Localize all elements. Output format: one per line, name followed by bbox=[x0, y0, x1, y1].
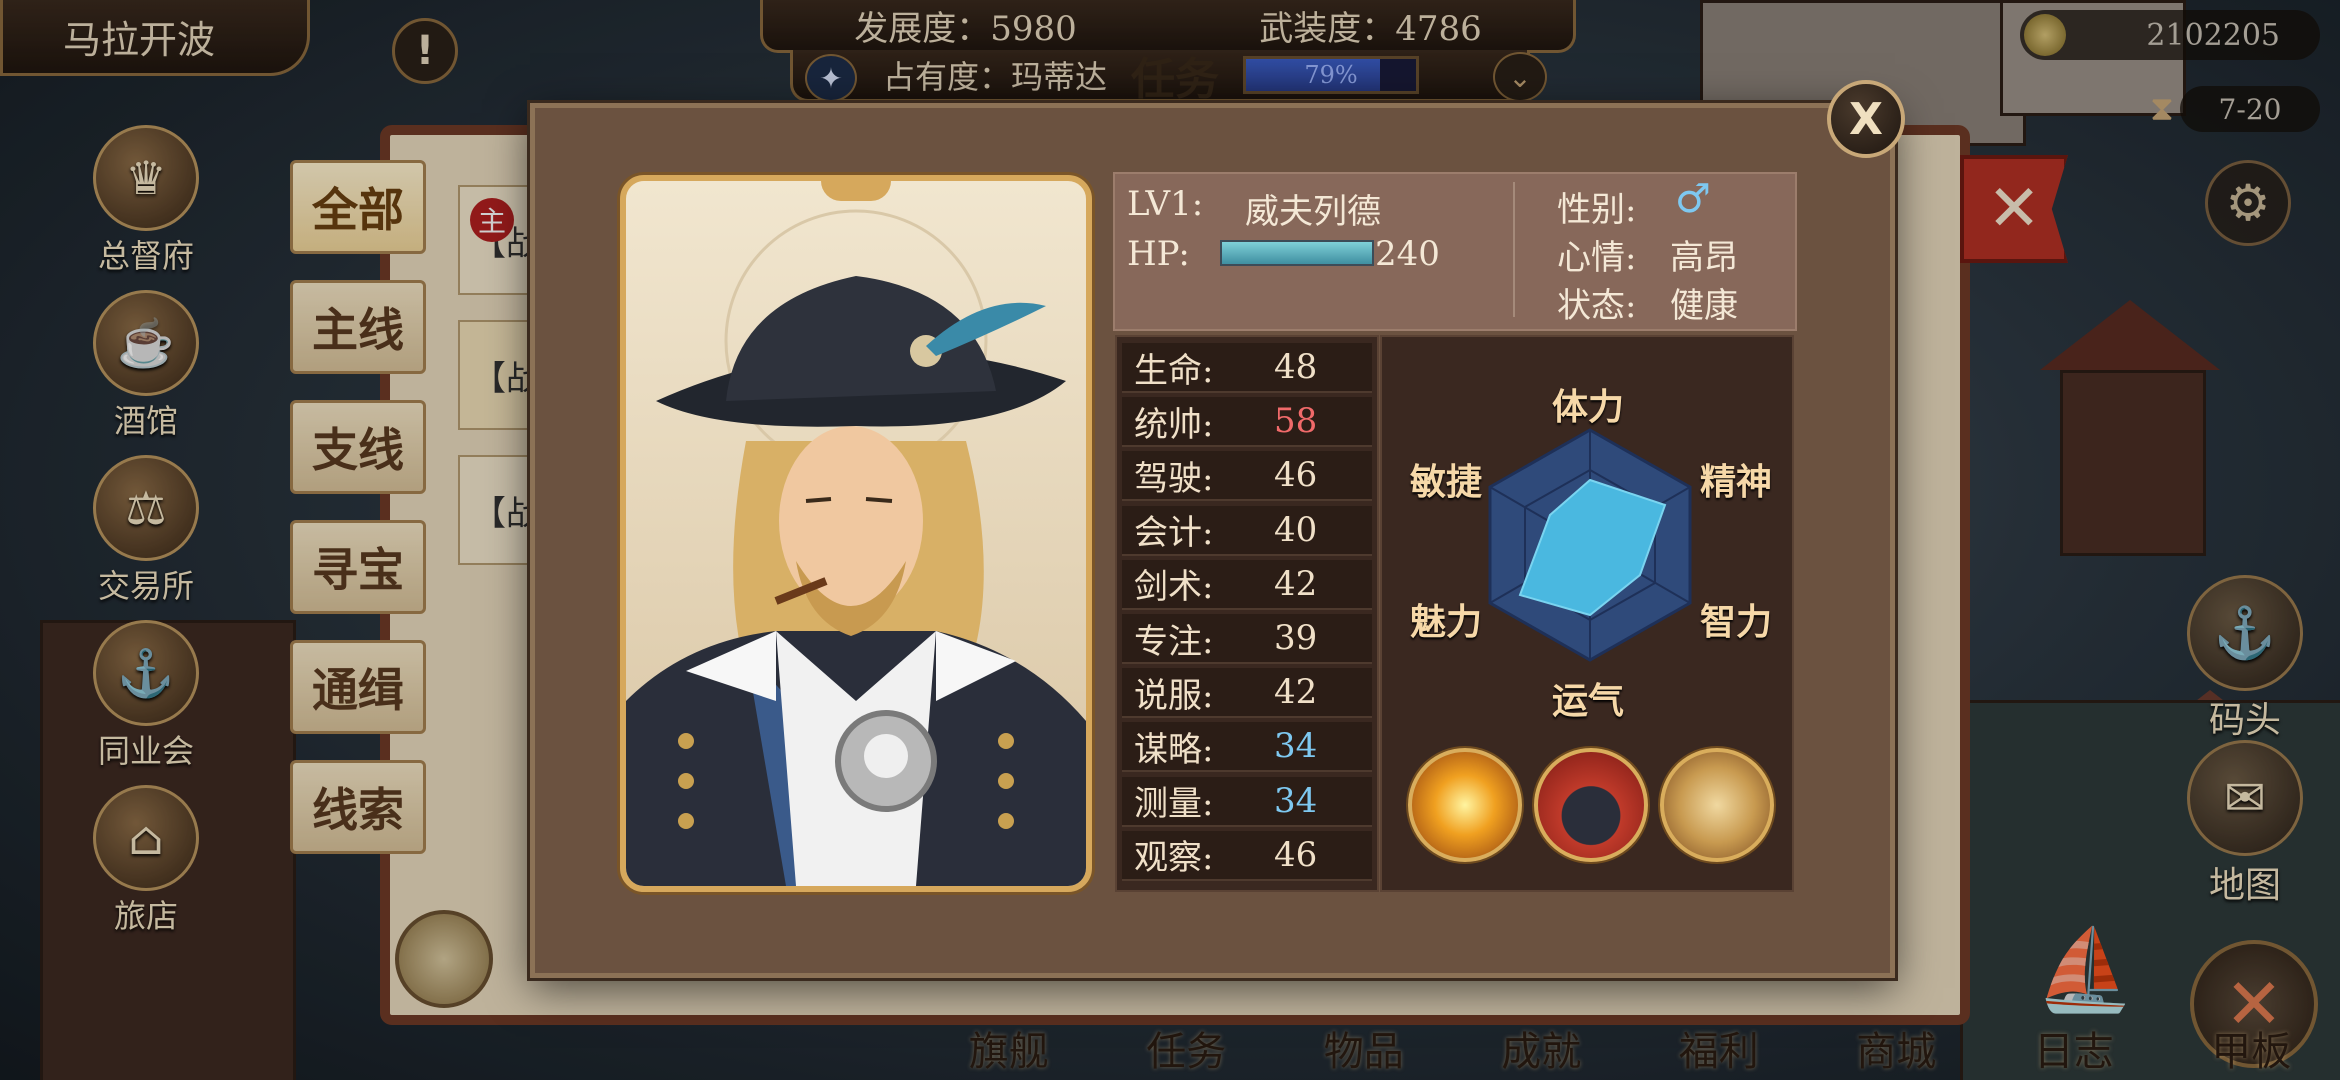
info-divider bbox=[1513, 182, 1515, 317]
attribute-row: 驾驶: 46 bbox=[1122, 451, 1372, 502]
attribute-name: 观察: bbox=[1134, 838, 1214, 879]
treasure-skill-icon[interactable] bbox=[1660, 748, 1774, 862]
mood-label: 心情: bbox=[1557, 238, 1637, 278]
radar-label-luck: 运气 bbox=[1552, 680, 1625, 722]
character-info-box: LV1: 威夫列德 HP: 240 性别: ♂ 心情: 高昂 状态: 健康 bbox=[1113, 172, 1797, 331]
attribute-row: 专注: 39 bbox=[1122, 614, 1372, 664]
pirate-portrait-illustration bbox=[626, 209, 1086, 886]
attribute-value: 42 bbox=[1274, 563, 1318, 604]
attribute-row: 剑术: 42 bbox=[1122, 559, 1372, 610]
radar-label-charm: 魅力 bbox=[1410, 601, 1483, 643]
character-portrait bbox=[620, 175, 1092, 892]
state-label: 状态: bbox=[1557, 286, 1637, 326]
attribute-name: 驾驶: bbox=[1134, 458, 1214, 499]
attribute-row: 测量: 34 bbox=[1122, 776, 1372, 827]
pirate-hat-skill-icon[interactable] bbox=[1534, 748, 1648, 862]
attribute-value: 58 bbox=[1274, 401, 1318, 442]
attribute-row: 观察: 46 bbox=[1122, 830, 1372, 881]
attribute-name: 专注: bbox=[1134, 621, 1214, 662]
character-name: 威夫列德 bbox=[1245, 192, 1381, 232]
attribute-row: 谋略: 34 bbox=[1122, 722, 1372, 773]
radar-label-agility: 敏捷 bbox=[1410, 461, 1483, 503]
attribute-row: 生命: 48 bbox=[1122, 343, 1372, 393]
hp-bar-fill bbox=[1222, 242, 1372, 264]
attribute-value: 39 bbox=[1274, 618, 1318, 658]
male-gender-icon: ♂ bbox=[1675, 176, 1711, 222]
attribute-name: 统帅: bbox=[1134, 404, 1214, 445]
attribute-row: 说服: 42 bbox=[1122, 668, 1372, 719]
hp-bar bbox=[1220, 240, 1374, 266]
game-screen: 马拉开波 ! 发展度：5980 武装度：4786 ✦ 占有度：玛蒂达 任务 79… bbox=[0, 0, 2340, 1080]
attribute-radar-chart bbox=[1488, 428, 1692, 662]
attribute-value: 48 bbox=[1274, 347, 1318, 387]
dialog-close-button[interactable]: X bbox=[1827, 80, 1905, 158]
explosion-skill-icon[interactable] bbox=[1408, 748, 1522, 862]
attribute-name: 测量: bbox=[1134, 784, 1214, 825]
attribute-name: 说服: bbox=[1134, 675, 1214, 716]
attribute-value: 46 bbox=[1274, 455, 1318, 496]
close-icon: X bbox=[1849, 93, 1883, 145]
mood-value: 高昂 bbox=[1670, 238, 1738, 278]
attribute-value: 34 bbox=[1274, 726, 1318, 767]
attribute-name: 生命: bbox=[1134, 350, 1214, 391]
frame-ornament bbox=[821, 181, 891, 201]
hp-value: 240 bbox=[1375, 234, 1440, 274]
attribute-name: 剑术: bbox=[1134, 567, 1214, 608]
hp-label: HP: bbox=[1127, 234, 1190, 274]
attribute-value: 40 bbox=[1274, 509, 1318, 550]
radar-label-spirit: 精神 bbox=[1700, 461, 1773, 503]
gender-label: 性别: bbox=[1557, 190, 1637, 230]
attribute-value: 42 bbox=[1274, 672, 1318, 713]
attribute-row: 统帅: 58 bbox=[1122, 397, 1372, 448]
attribute-name: 会计: bbox=[1134, 513, 1214, 554]
radar-label-stamina: 体力 bbox=[1552, 386, 1625, 428]
attribute-value: 34 bbox=[1274, 780, 1318, 821]
attribute-name: 谋略: bbox=[1134, 729, 1214, 770]
radar-label-intellect: 智力 bbox=[1700, 601, 1773, 643]
attribute-value: 46 bbox=[1274, 834, 1318, 875]
attribute-row: 会计: 40 bbox=[1122, 505, 1372, 556]
state-value: 健康 bbox=[1670, 286, 1738, 326]
level-label: LV1: bbox=[1127, 184, 1204, 224]
